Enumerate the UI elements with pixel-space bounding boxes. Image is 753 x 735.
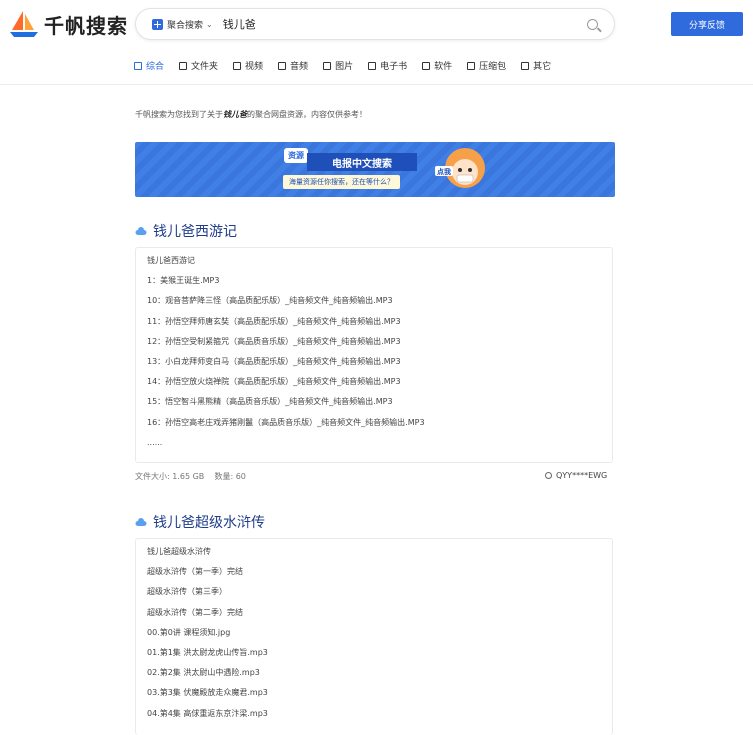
list-item: 03.第3集 伏魔殿放走众魔君.mp3 — [147, 688, 268, 698]
search-scope-dropdown[interactable]: 聚合搜索 ⌄ — [152, 18, 213, 31]
list-item: 10：观音菩萨降三怪（高品质配乐版）_纯音频文件_纯音频输出.MP3 — [147, 296, 393, 306]
search-input[interactable]: 钱儿爸 — [223, 16, 587, 32]
banner-subtitle: 海量资源任你搜索，还在等什么？ — [283, 175, 400, 189]
tab-label: 其它 — [533, 62, 552, 72]
tab-label: 音频 — [290, 62, 309, 72]
notice-prefix: 千帆搜索为您找到了关于 — [135, 110, 223, 119]
result-meta: 文件大小: 1.65 GB 数量: 60 — [135, 471, 246, 482]
result-notice: 千帆搜索为您找到了关于钱儿爸的聚合网盘资源，内容仅供参考！ — [135, 109, 367, 120]
home-icon — [134, 61, 142, 70]
video-icon — [233, 61, 242, 70]
tab-other[interactable]: 其它 — [521, 59, 551, 72]
tab-label: 压缩包 — [479, 62, 507, 72]
list-item: 钱儿爸超级水浒传 — [147, 547, 211, 556]
user-icon — [545, 472, 552, 479]
list-item: 超级水浒传（第三季） — [147, 587, 227, 597]
notice-keyword: 钱儿爸 — [223, 110, 247, 119]
result-file-list: 钱儿爸超级水浒传 超级水浒传（第一季）完结 超级水浒传（第三季） 超级水浒传（第… — [135, 538, 613, 735]
list-item: 14：孙悟空放火烧禅院（高品质配乐版）_纯音频文件_纯音频输出.MP3 — [147, 377, 401, 387]
tab-label: 软件 — [434, 62, 453, 72]
result-file-list: 钱儿爸西游记 1：美猴王诞生.MP3 10：观音菩萨降三怪（高品质配乐版）_纯音… — [135, 247, 613, 463]
result-title: 钱儿爸西游记 — [153, 224, 237, 240]
tab-label: 图片 — [335, 62, 354, 72]
notice-suffix: 的聚合网盘资源，内容仅供参考！ — [247, 110, 367, 119]
result-owner: QYY****EWG — [545, 471, 607, 480]
tab-label: 文件夹 — [191, 62, 219, 72]
ebook-icon — [368, 61, 377, 70]
list-item: 15：悟空智斗黑熊精（高品质音乐版）_纯音频文件_纯音频输出.MP3 — [147, 397, 393, 407]
share-feedback-button[interactable]: 分享反馈 — [671, 12, 743, 36]
list-item: 02.第2集 洪太尉山中遇险.mp3 — [147, 668, 260, 678]
software-icon — [422, 61, 431, 70]
list-item: 1：美猴王诞生.MP3 — [147, 276, 220, 286]
file-size: 文件大小: 1.65 GB — [135, 472, 205, 481]
tab-software[interactable]: 软件 — [422, 59, 452, 72]
ad-banner[interactable]: 资源 电报中文搜索 海量资源任你搜索，还在等什么？ 点我 — [135, 142, 615, 197]
other-icon — [521, 61, 530, 70]
file-count: 数量: 60 — [214, 472, 246, 481]
tab-folder[interactable]: 文件夹 — [179, 59, 218, 72]
folder-icon — [179, 61, 188, 70]
list-item: 11：孙悟空拜师唐玄奘（高品质配乐版）_纯音频文件_纯音频输出.MP3 — [147, 316, 401, 326]
tab-ebook[interactable]: 电子书 — [368, 59, 407, 72]
aggregate-icon — [152, 18, 163, 30]
tab-archive[interactable]: 压缩包 — [467, 59, 506, 72]
banner-badge: 点我 — [437, 167, 451, 176]
audio-icon — [278, 61, 287, 70]
image-icon — [323, 61, 332, 70]
list-item: 00.第0讲 课程须知.jpg — [147, 627, 231, 637]
logo[interactable]: 千帆搜索 — [8, 8, 128, 40]
list-item: 16：孙悟空高老庄戏弄猪刚鬣（高品质音乐版）_纯音频文件_纯音频输出.MP3 — [147, 417, 425, 427]
result-title-link[interactable]: 钱儿爸西游记 — [135, 221, 237, 241]
tab-video[interactable]: 视频 — [233, 59, 263, 72]
cartoon-girl-icon: 点我 — [435, 148, 485, 188]
list-item: 01.第1集 洪太尉龙虎山传旨.mp3 — [147, 647, 268, 657]
category-tabs: 综合 文件夹 视频 音频 图片 电子书 软件 压缩包 其它 — [134, 59, 566, 72]
tab-all[interactable]: 综合 — [134, 59, 164, 72]
result-title-link[interactable]: 钱儿爸超级水浒传 — [135, 512, 265, 532]
tab-label: 电子书 — [380, 62, 408, 72]
owner-name: QYY****EWG — [556, 471, 608, 480]
search-box[interactable]: 聚合搜索 ⌄ 钱儿爸 — [135, 8, 615, 40]
chevron-down-icon: ⌄ — [206, 19, 213, 29]
tab-label: 视频 — [245, 62, 264, 72]
list-item: 超级水浒传（第一季）完结 — [147, 567, 243, 577]
cloud-drive-icon — [135, 226, 147, 236]
sailboat-logo-icon — [10, 11, 38, 37]
header-divider — [0, 84, 753, 85]
search-icon[interactable] — [587, 18, 598, 30]
list-item: 04.第4集 高俅重返东京汴梁.mp3 — [147, 708, 268, 718]
banner-tag: 资源 — [284, 148, 308, 163]
banner-title: 电报中文搜索 — [307, 153, 417, 171]
search-scope-label: 聚合搜索 — [167, 20, 204, 31]
list-item: 超级水浒传（第二季）完结 — [147, 607, 243, 617]
list-item: 钱儿爸西游记 — [147, 256, 195, 265]
list-item: 12：孙悟空受制紧箍咒（高品质音乐版）_纯音频文件_纯音频输出.MP3 — [147, 336, 401, 346]
result-title: 钱儿爸超级水浒传 — [153, 515, 265, 531]
logo-text: 千帆搜索 — [44, 13, 128, 38]
cloud-drive-icon — [135, 517, 147, 527]
tab-audio[interactable]: 音频 — [278, 59, 308, 72]
tab-image[interactable]: 图片 — [323, 59, 353, 72]
list-item: 13：小白龙拜师变白马（高品质配乐版）_纯音频文件_纯音频输出.MP3 — [147, 356, 401, 366]
archive-icon — [467, 61, 476, 70]
list-item: ...... — [147, 437, 163, 447]
tab-label: 综合 — [146, 62, 165, 72]
